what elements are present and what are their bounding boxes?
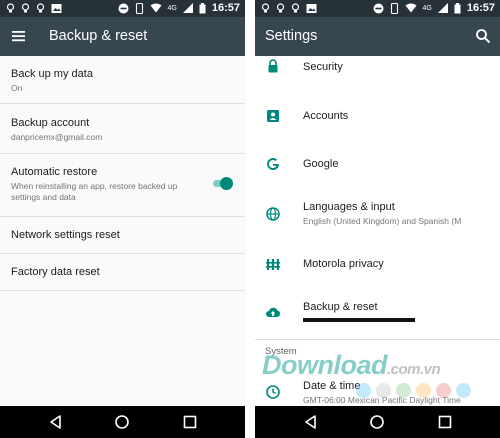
page-title: Backup & reset: [49, 28, 148, 44]
battery-icon: [454, 2, 461, 13]
section-divider: [255, 339, 500, 340]
lightbulb-icon: [276, 3, 285, 13]
status-clock: 16:57: [211, 2, 240, 14]
lock-icon: [265, 58, 281, 74]
home-icon[interactable]: [369, 414, 385, 430]
item-title: Network settings reset: [11, 229, 120, 241]
status-bar: 4G 16:57: [0, 0, 245, 17]
search-icon[interactable]: [474, 27, 492, 45]
google-icon: [265, 156, 281, 172]
wifi-icon: [405, 3, 417, 13]
back-up-my-data-item[interactable]: Back up my data On: [0, 56, 245, 104]
cell-signal-icon: [182, 3, 193, 13]
item-summary: When reinstalling an app, restore backed…: [11, 181, 178, 202]
redaction-bar: [303, 318, 415, 322]
date-time-item[interactable]: Date & time GMT-06:00 Mexican Pacific Da…: [255, 374, 500, 405]
battery-icon: [199, 2, 206, 13]
toggle-thumb: [220, 177, 233, 190]
backup-reset-screen: 4G 16:57 Backup & reset Back up my data …: [0, 0, 245, 438]
section-header-system: System: [265, 346, 297, 357]
automatic-restore-item[interactable]: Automatic restore When reinstalling an a…: [0, 154, 245, 217]
accounts-item[interactable]: Accounts: [255, 100, 500, 134]
backup-settings-list: Back up my data On Backup account danpri…: [0, 56, 245, 291]
vibrate-icon: [390, 2, 398, 14]
network-type-label: 4G: [167, 4, 177, 12]
image-icon: [306, 4, 317, 13]
item-title: Back up my data: [11, 68, 93, 80]
lightbulb-icon: [6, 3, 15, 13]
cloud-upload-icon: [265, 304, 281, 320]
cell-signal-icon: [437, 3, 448, 13]
lightbulb-icon: [261, 3, 270, 13]
globe-icon: [265, 206, 281, 222]
clock-icon: [265, 384, 281, 400]
navigation-bar: [0, 406, 245, 438]
page-title: Settings: [265, 28, 318, 44]
item-title: Factory data reset: [11, 266, 100, 278]
item-title: Backup account: [11, 117, 90, 129]
network-type-label: 4G: [422, 4, 432, 12]
item-title: Accounts: [303, 110, 349, 122]
languages-input-item[interactable]: Languages & input English (United Kingdo…: [255, 194, 500, 234]
lightbulb-icon: [21, 3, 30, 13]
navigation-bar: [255, 406, 500, 438]
do-not-disturb-icon: [118, 3, 129, 13]
backup-account-item[interactable]: Backup account danpricemx@gmail.com: [0, 104, 245, 154]
back-icon[interactable]: [48, 414, 64, 430]
status-bar: 4G 16:57: [255, 0, 500, 17]
wifi-icon: [150, 3, 162, 13]
item-title: Languages & input: [303, 201, 395, 213]
settings-screen: 4G 16:57 Settings Security Accounts Goog…: [255, 0, 500, 438]
home-icon[interactable]: [114, 414, 130, 430]
network-settings-reset-item[interactable]: Network settings reset: [0, 217, 245, 254]
item-summary: English (United Kingdom) and Spanish (M: [303, 216, 462, 226]
item-summary: On: [11, 83, 23, 93]
item-title: Date & time: [303, 380, 361, 392]
lightbulb-icon: [291, 3, 300, 13]
status-clock: 16:57: [466, 2, 495, 14]
app-toolbar: Backup & reset: [0, 17, 245, 56]
security-item[interactable]: Security: [255, 56, 500, 78]
back-icon[interactable]: [303, 414, 319, 430]
google-item[interactable]: Google: [255, 148, 500, 182]
automatic-restore-toggle[interactable]: [211, 177, 233, 190]
factory-data-reset-item[interactable]: Factory data reset: [0, 254, 245, 291]
item-title: Motorola privacy: [303, 258, 384, 270]
vibrate-icon: [135, 2, 143, 14]
app-toolbar: Settings: [255, 17, 500, 56]
do-not-disturb-icon: [373, 3, 384, 13]
system-icons: 4G 16:57: [118, 2, 240, 14]
item-title: Backup & reset: [303, 301, 378, 313]
privacy-fence-icon: [265, 256, 281, 272]
image-icon: [51, 4, 62, 13]
motorola-privacy-item[interactable]: Motorola privacy: [255, 248, 500, 282]
item-summary: GMT-06:00 Mexican Pacific Daylight Time: [303, 395, 461, 405]
system-icons: 4G 16:57: [373, 2, 495, 14]
notification-icons: [261, 3, 317, 14]
lightbulb-icon: [36, 3, 45, 13]
backup-reset-item[interactable]: Backup & reset: [255, 294, 500, 328]
item-title: Automatic restore: [11, 166, 98, 178]
recent-apps-icon[interactable]: [437, 414, 453, 430]
account-icon: [265, 108, 281, 124]
item-title: Security: [303, 61, 343, 73]
hamburger-menu-icon[interactable]: [10, 27, 28, 45]
notification-icons: [6, 3, 62, 14]
item-title: Google: [303, 158, 339, 170]
recent-apps-icon[interactable]: [182, 414, 198, 430]
item-summary: danpricemx@gmail.com: [11, 132, 103, 142]
